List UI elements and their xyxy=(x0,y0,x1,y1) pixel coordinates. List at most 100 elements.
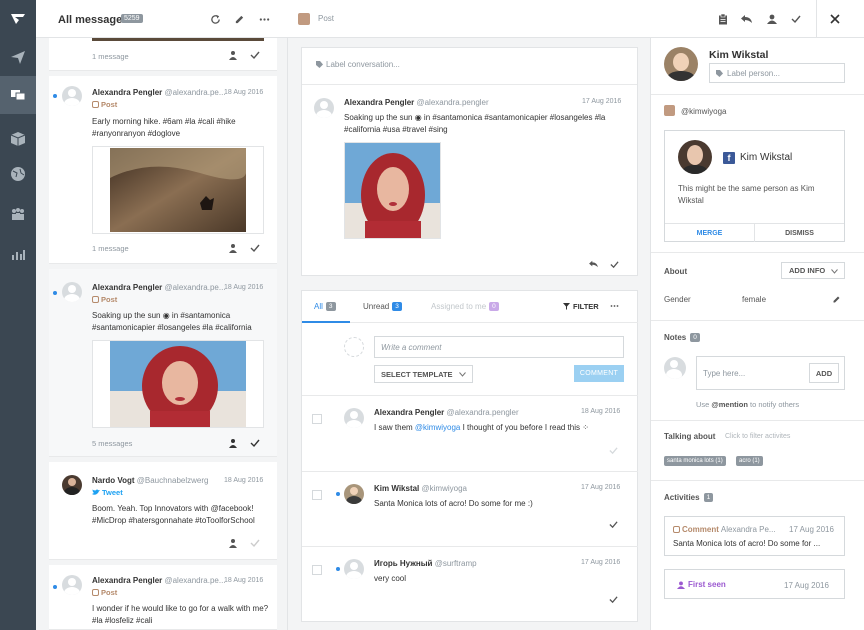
comment-checkbox[interactable] xyxy=(312,414,322,424)
list-item[interactable]: Alexandra Pengler @alexandra.pe... 18 Au… xyxy=(49,269,277,457)
assign-user-icon[interactable] xyxy=(228,50,238,60)
instagram-icon xyxy=(92,589,99,596)
assign-user-icon[interactable] xyxy=(228,438,238,448)
message-count: 1 message xyxy=(92,244,129,253)
avatar xyxy=(344,337,364,357)
comment-row[interactable]: Alexandra Pengler @alexandra.pengler 18 … xyxy=(302,395,638,471)
notes-section: Notes 0 Type here... ADD Use @mention to … xyxy=(651,321,864,421)
close-icon[interactable] xyxy=(830,14,840,24)
conversation-panel: Label conversation... Alexandra Pengler … xyxy=(288,38,650,630)
gender-label: Gender xyxy=(664,295,691,304)
divider xyxy=(302,84,637,85)
tag-icon xyxy=(716,69,723,77)
message-text: I wonder if he would like to go for a wa… xyxy=(92,604,269,625)
compose-icon[interactable] xyxy=(234,14,245,25)
filter-button[interactable]: FILTER xyxy=(563,302,599,311)
author-name: Alexandra Pengler @alexandra.pe... xyxy=(92,283,226,292)
chat-icon[interactable] xyxy=(0,76,36,114)
activity-comment[interactable]: Comment Alexandra Pe... 17 Aug 2016 Santa… xyxy=(664,516,845,556)
post-image[interactable] xyxy=(92,340,264,428)
author-name: Alexandra Pengler @alexandra.pe... xyxy=(92,88,226,97)
mention-hint: Use @mention to notify others xyxy=(696,400,800,409)
check-icon[interactable] xyxy=(610,260,619,269)
send-icon[interactable] xyxy=(0,38,36,76)
topic-tag[interactable]: acro (1) xyxy=(736,456,763,466)
more-icon[interactable] xyxy=(610,304,619,308)
chevron-down-icon xyxy=(459,372,466,377)
selfie-photo xyxy=(345,143,440,238)
clipboard-icon[interactable] xyxy=(718,14,728,25)
first-seen-date: 17 Aug 2016 xyxy=(784,581,829,590)
tab-underline xyxy=(302,321,350,323)
talking-title: Talking about xyxy=(664,432,716,441)
author-name: Nardo Vogt @Bauchnabelzwerg xyxy=(92,476,209,485)
channel-label: Tweet xyxy=(92,488,123,497)
globe-icon[interactable] xyxy=(0,155,36,193)
assign-user-icon[interactable] xyxy=(228,538,238,548)
refresh-icon[interactable] xyxy=(210,14,221,25)
chart-icon[interactable] xyxy=(0,235,36,273)
author-name: Alexandra Pengler @alexandra.pengler xyxy=(374,408,519,417)
list-item[interactable]: Nardo Vogt @Bauchnabelzwerg 18 Aug 2016 … xyxy=(49,462,277,560)
assign-user-icon[interactable] xyxy=(767,14,777,24)
about-section: About ADD INFO Gender female xyxy=(651,253,864,321)
label-person-input[interactable]: Label person... xyxy=(709,63,845,83)
channel-title: Post xyxy=(318,14,335,23)
check-icon[interactable] xyxy=(250,438,260,448)
message-text: Early morning hike. #6am #la #cali #hike… xyxy=(92,117,236,138)
check-icon[interactable] xyxy=(609,595,618,604)
author-name: Alexandra Pengler @alexandra.pe... xyxy=(92,576,226,585)
activity-first-seen[interactable]: First seen 17 Aug 2016 xyxy=(664,569,845,599)
unread-dot xyxy=(336,492,340,496)
instagram-handle: @kimwiyoga xyxy=(681,107,727,116)
dismiss-button[interactable]: DISMISS xyxy=(755,224,844,242)
list-item[interactable]: Alexandra Pengler @alexandra.pe... 18 Au… xyxy=(49,565,277,630)
list-item[interactable]: Alexandra Pengler @alexandra.pe... 18 Au… xyxy=(49,76,277,264)
tab-assigned[interactable]: Assigned to me 0 xyxy=(431,302,499,311)
twitter-icon xyxy=(92,489,100,495)
check-icon[interactable] xyxy=(791,14,801,24)
label-conversation[interactable]: Label conversation... xyxy=(316,60,400,69)
comment-text: I saw them @kimwiyoga I thought of you b… xyxy=(374,423,589,432)
comment-button[interactable]: COMMENT xyxy=(574,365,624,382)
box-icon[interactable] xyxy=(0,120,36,158)
message-list-header: All messages 5259 xyxy=(36,0,288,38)
tab-all[interactable]: All 3 xyxy=(314,302,336,311)
check-icon[interactable] xyxy=(609,520,618,529)
post-image[interactable] xyxy=(92,146,264,234)
talking-hint: Click to filter activites xyxy=(725,433,791,440)
comment-row[interactable]: Игорь Нужный @surftramp 17 Aug 2016 very… xyxy=(302,546,638,622)
author-name: Игорь Нужный @surftramp xyxy=(374,559,477,568)
add-info-dropdown[interactable]: ADD INFO xyxy=(781,262,845,279)
check-icon[interactable] xyxy=(250,50,260,60)
merge-button[interactable]: MERGE xyxy=(665,224,755,242)
check-icon[interactable] xyxy=(250,538,260,548)
assign-user-icon[interactable] xyxy=(228,243,238,253)
check-icon[interactable] xyxy=(609,446,618,455)
match-description: This might be the same person as Kim Wik… xyxy=(678,184,815,205)
first-seen-label: First seen xyxy=(677,580,726,589)
add-note-button[interactable]: ADD xyxy=(809,363,839,383)
instagram-icon xyxy=(92,101,99,108)
comment-checkbox[interactable] xyxy=(312,565,322,575)
comment-row[interactable]: Kim Wikstal @kimwiyoga 17 Aug 2016 Santa… xyxy=(302,471,638,546)
unread-dot xyxy=(53,94,57,98)
logo-icon[interactable] xyxy=(0,0,36,38)
edit-icon[interactable] xyxy=(832,295,841,304)
select-template-dropdown[interactable]: SELECT TEMPLATE xyxy=(374,365,473,383)
reply-icon[interactable] xyxy=(589,260,598,268)
avatar xyxy=(344,559,364,579)
avatar xyxy=(62,282,82,302)
people-icon[interactable] xyxy=(0,195,36,233)
comment-checkbox[interactable] xyxy=(312,490,322,500)
list-item[interactable]: 1 message xyxy=(49,38,277,71)
check-icon[interactable] xyxy=(250,243,260,253)
reply-icon[interactable] xyxy=(741,14,752,24)
more-icon[interactable] xyxy=(259,14,270,25)
topic-tag[interactable]: santa monica lots (1) xyxy=(664,456,726,466)
chevron-down-icon xyxy=(831,269,838,274)
message-list-panel: All messages 5259 1 message Alexandra Pe… xyxy=(36,0,288,630)
tab-unread[interactable]: Unread 3 xyxy=(363,302,402,311)
post-image[interactable] xyxy=(344,142,441,239)
comment-input[interactable]: Write a comment xyxy=(374,336,624,358)
